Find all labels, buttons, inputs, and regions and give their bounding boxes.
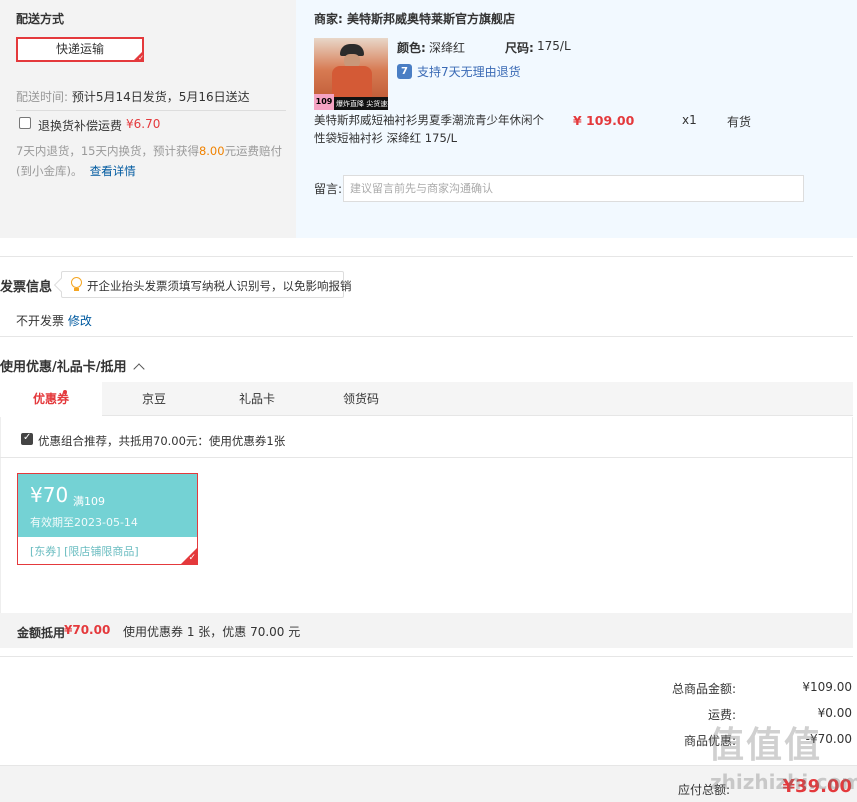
invoice-tip-text: 开企业抬头发票须填写纳税人识别号，以免影响报销	[87, 279, 352, 293]
color-label: 颜色:	[397, 41, 426, 55]
section-divider	[0, 336, 853, 337]
message-label: 留言:	[314, 182, 343, 196]
coupon-tags: [东券] [限店铺限商品]	[30, 545, 139, 558]
goods-total-label: 总商品金额:	[671, 682, 736, 696]
shipping-divider	[16, 110, 286, 111]
chevron-up-icon	[132, 363, 145, 375]
stock-status: 有货	[727, 115, 752, 129]
product-name[interactable]: 美特斯邦威短袖衬衫男夏季潮流青少年休闲个性袋短袖衬衫 深绛红 175/L	[314, 111, 546, 147]
coupon-card[interactable]: ¥70 满109 有效期至2023-05-14 [东券] [限店铺限商品]	[17, 473, 198, 565]
return-policy-text[interactable]: 支持7天无理由退货	[417, 63, 521, 80]
image-tag-price: 109	[314, 94, 334, 110]
combo-text: 优惠组合推荐，共抵用70.00元：使用优惠券1张	[38, 434, 286, 448]
invoice-edit-link[interactable]: 修改	[68, 314, 92, 328]
express-shipping-label: 快递运输	[55, 42, 104, 56]
tab-gift-card[interactable]: 礼品卡	[206, 382, 308, 417]
insurance-description: 7天内退货，15天内换货，预计获得8.00元运费赔付(到小金库)。 查看详情	[16, 144, 283, 178]
size-label: 尺码:	[505, 41, 534, 55]
express-shipping-button[interactable]: 快递运输	[16, 37, 144, 63]
delivery-time-value: 预计5月14日发货，5月16日送达	[71, 90, 250, 104]
invoice-tip: 开企业抬头发票须填写纳税人识别号，以免影响报销	[53, 271, 352, 298]
delivery-time-label: 配送时间:	[16, 90, 69, 104]
coupon-amount: ¥70	[30, 483, 69, 507]
watermark-logo: 值值值	[708, 725, 823, 766]
combo-checkbox[interactable]	[21, 432, 33, 445]
tab-pickup-code[interactable]: 领货码	[308, 382, 414, 417]
insurance-details-link[interactable]: 查看详情	[90, 164, 136, 178]
image-tag-text: 爆炸直降 尖货速抢	[336, 100, 388, 108]
new-dot-icon	[63, 390, 67, 394]
selected-check-icon	[132, 50, 144, 63]
deduction-label: 金额抵用	[17, 626, 66, 640]
product-quantity: x1	[682, 113, 697, 127]
insurance-checkbox[interactable]	[19, 117, 31, 129]
tab-coupons[interactable]: 优惠券	[0, 382, 102, 417]
tab-jingdou[interactable]: 京豆	[102, 382, 206, 417]
color-value: 深绛红	[429, 41, 466, 55]
shop-name[interactable]: 商家: 美特斯邦威奥特莱斯官方旗舰店	[314, 10, 515, 27]
checkout-page: 配送方式 快递运输 配送时间: 预计5月14日发货，5月16日送达 退换货补偿运…	[0, 0, 857, 802]
coupon-condition: 满109	[73, 495, 105, 508]
product-image[interactable]: 109爆炸直降 尖货速抢	[314, 38, 388, 110]
coupon-section-title[interactable]: 使用优惠/礼品卡/抵用	[0, 356, 145, 375]
insurance-price: ¥6.70	[126, 117, 161, 131]
coupon-divider	[0, 457, 853, 458]
lightbulb-icon	[70, 277, 82, 293]
size-value: 175/L	[537, 39, 571, 53]
section-divider	[0, 656, 853, 657]
product-price: ¥ 109.00	[573, 113, 635, 128]
shipping-title: 配送方式	[16, 12, 65, 26]
watermark-site: zhizhizhi.com	[710, 770, 857, 794]
goods-total-value: ¥109.00	[802, 680, 852, 694]
message-input[interactable]	[343, 175, 804, 202]
delivery-time: 配送时间: 预计5月14日发货，5月16日送达	[16, 88, 250, 105]
deduction-description: 使用优惠券 1 张，优惠 70.00 元	[123, 625, 301, 639]
invoice-title: 发票信息	[0, 280, 53, 295]
section-divider	[0, 256, 853, 257]
invoice-status: 不开发票 修改	[16, 314, 92, 328]
return-policy-icon: 7	[397, 64, 412, 79]
insurance-amount: 8.00	[198, 144, 225, 158]
selected-check-icon	[181, 548, 197, 564]
insurance-label: 退换货补偿运费	[38, 119, 123, 133]
deduction-amount: ¥70.00	[64, 623, 111, 637]
coupon-expiry: 有效期至2023-05-14	[30, 516, 138, 529]
